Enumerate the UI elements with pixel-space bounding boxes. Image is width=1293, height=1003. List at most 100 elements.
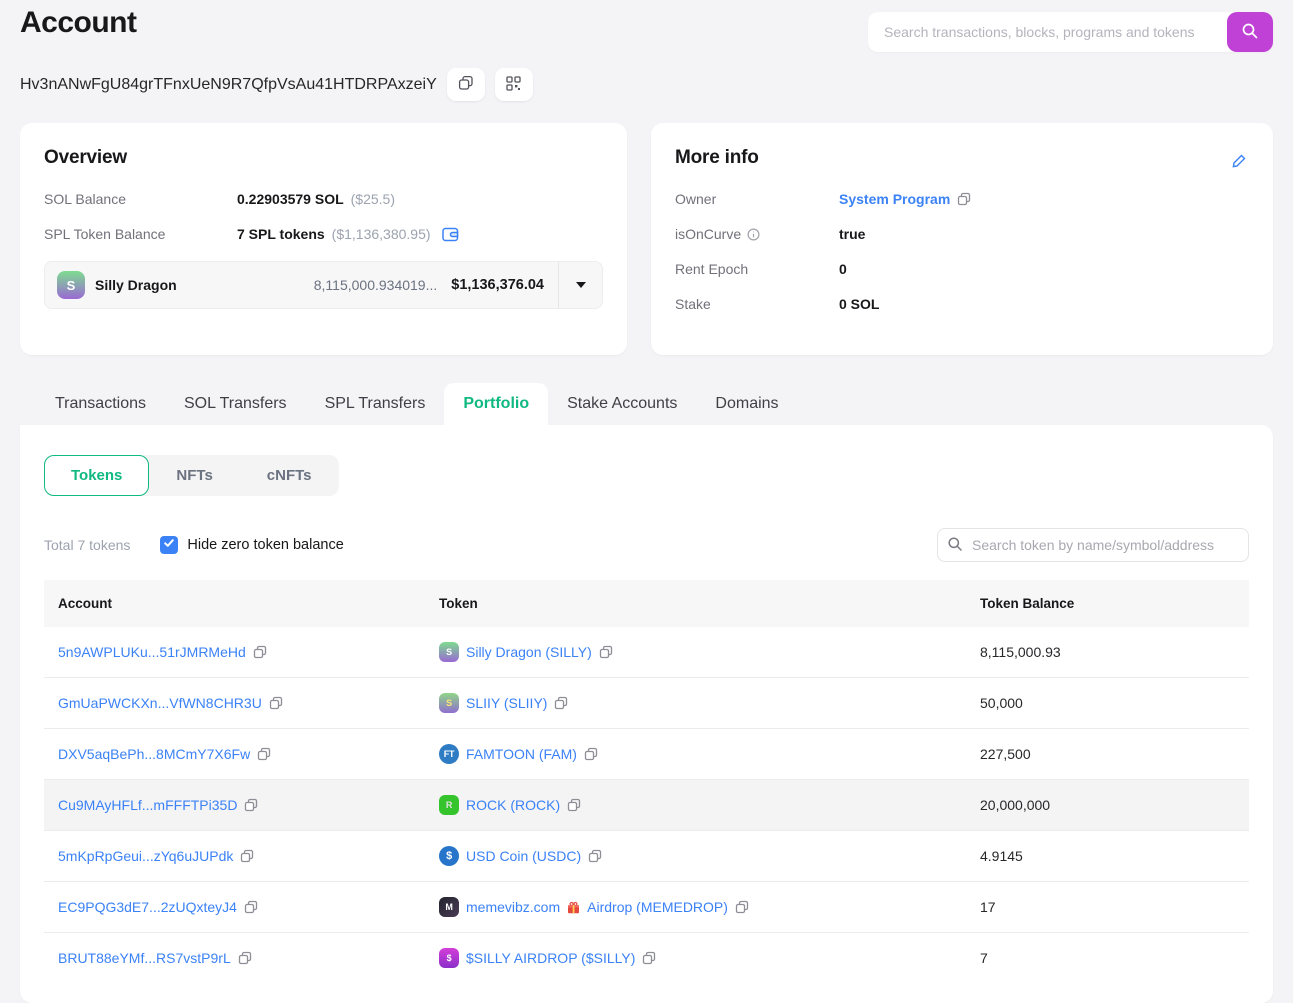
token-link[interactable]: ROCK (ROCK) bbox=[466, 797, 560, 813]
token-table: Account Token Token Balance 5n9AWPLUKu..… bbox=[44, 580, 1249, 983]
token-link[interactable]: FAMTOON (FAM) bbox=[466, 746, 577, 762]
global-search-input[interactable] bbox=[868, 12, 1273, 52]
token-balance-value: 17 bbox=[966, 881, 1249, 933]
segment-tokens[interactable]: Tokens bbox=[44, 455, 150, 496]
tab-sol-transfers[interactable]: SOL Transfers bbox=[165, 383, 306, 425]
top-bar: Account bbox=[20, 0, 1273, 52]
more-info-title: More info bbox=[675, 147, 759, 168]
token-link[interactable]: Silly Dragon (SILLY) bbox=[466, 644, 592, 660]
edit-button[interactable] bbox=[1231, 153, 1247, 172]
spl-balance-label: SPL Token Balance bbox=[44, 226, 166, 242]
copy-icon[interactable] bbox=[238, 951, 252, 965]
token-balance-value: 20,000,000 bbox=[966, 779, 1249, 831]
rent-epoch-row: Rent Epoch 0 bbox=[675, 261, 1249, 277]
segment-nfts[interactable]: NFTs bbox=[149, 455, 239, 496]
token-balance-value: 7 bbox=[980, 950, 988, 966]
token-holdings-dropdown[interactable]: S Silly Dragon 8,115,000.934019... $1,13… bbox=[44, 261, 603, 309]
tab-transactions[interactable]: Transactions bbox=[36, 383, 165, 425]
token-table-row: BRUT88eYMf...RS7vstP9rL $ $SILLY AIRDROP (… bbox=[44, 933, 1249, 984]
copy-icon[interactable] bbox=[269, 696, 283, 710]
portfolio-panel: Tokens NFTs cNFTs Total 7 tokens Hide zero… bbox=[20, 425, 1273, 1003]
account-address-link[interactable]: Cu9MAyHFLf...mFFFTPi35D bbox=[58, 797, 237, 813]
account-address-link[interactable]: EC9PQG3dE7...2zUQxteyJ4 bbox=[58, 899, 237, 915]
owner-row: Owner System Program bbox=[675, 191, 1249, 207]
page-title: Account bbox=[20, 6, 137, 39]
owner-link[interactable]: System Program bbox=[839, 191, 950, 207]
stake-label: Stake bbox=[675, 296, 711, 312]
account-address-link[interactable]: 5n9AWPLUKu...51rJMRMeHd bbox=[58, 644, 246, 660]
tab-bar: Transactions SOL Transfers SPL Transfers Po… bbox=[36, 383, 1273, 425]
token-table-row: GmUaPWCKXn...VfWN8CHR3U S SLIIY (SLIIY) 50,… bbox=[44, 677, 1249, 729]
copy-icon[interactable] bbox=[244, 900, 258, 914]
hide-zero-checkbox[interactable] bbox=[160, 536, 179, 554]
table-header-row: Account Token Token Balance bbox=[44, 580, 1249, 627]
hide-zero-checkbox-group[interactable]: Hide zero token balance bbox=[160, 536, 344, 554]
selected-token-usd: $1,136,376.04 bbox=[451, 277, 544, 293]
sliiy-token-icon: S bbox=[439, 693, 459, 713]
qr-code-button[interactable] bbox=[494, 68, 533, 101]
wallet-icon[interactable] bbox=[441, 227, 459, 242]
copy-icon[interactable] bbox=[567, 798, 581, 812]
copy-icon[interactable] bbox=[257, 747, 271, 761]
is-on-curve-label: isOnCurve bbox=[675, 226, 742, 242]
copy-icon[interactable] bbox=[244, 798, 258, 812]
token-search-input[interactable] bbox=[937, 528, 1249, 562]
account-address-link[interactable]: GmUaPWCKXn...VfWN8CHR3U bbox=[58, 695, 262, 711]
copy-icon[interactable] bbox=[642, 951, 656, 965]
account-address-link[interactable]: 5mKpRpGeui...zYq6uJUPdk bbox=[58, 848, 233, 864]
usdc-token-icon: $ bbox=[439, 846, 459, 866]
sol-balance-row: SOL Balance 0.22903579 SOL ($25.5) bbox=[44, 191, 603, 207]
chevron-down-icon bbox=[575, 282, 586, 288]
copy-icon[interactable] bbox=[554, 696, 568, 710]
account-address-link[interactable]: DXV5aqBePh...8MCmY7X6Fw bbox=[58, 746, 250, 762]
copy-icon[interactable] bbox=[588, 849, 602, 863]
token-link[interactable]: SLIIY (SLIIY) bbox=[466, 695, 547, 711]
token-link[interactable]: $SILLY AIRDROP ($SILLY) bbox=[466, 950, 635, 966]
token-link[interactable]: memevibz.com bbox=[466, 899, 560, 915]
token-search bbox=[937, 528, 1249, 562]
segment-cnfts[interactable]: cNFTs bbox=[240, 455, 339, 496]
token-link[interactable]: USD Coin (USDC) bbox=[466, 848, 581, 864]
account-address-link[interactable]: BRUT88eYMf...RS7vstP9rL bbox=[58, 950, 231, 966]
selected-token-amount: 8,115,000.934019... bbox=[313, 277, 438, 293]
sol-balance-usd: ($25.5) bbox=[350, 191, 395, 207]
global-search-button[interactable] bbox=[1227, 12, 1273, 52]
copy-icon[interactable] bbox=[735, 900, 749, 914]
stake-value: 0 SOL bbox=[839, 296, 880, 312]
tab-portfolio[interactable]: Portfolio bbox=[444, 383, 549, 425]
copy-icon[interactable] bbox=[240, 849, 254, 863]
hide-zero-label: Hide zero token balance bbox=[187, 537, 344, 553]
global-search bbox=[868, 12, 1273, 52]
account-address: Hv3nANwFgU84grTFnxUeN9R7QfpVsAu41HTDRPAx… bbox=[20, 75, 437, 93]
tab-stake-accounts[interactable]: Stake Accounts bbox=[548, 383, 696, 425]
copy-icon[interactable] bbox=[253, 645, 267, 659]
copy-icon[interactable] bbox=[599, 645, 613, 659]
pencil-icon bbox=[1231, 154, 1247, 172]
rent-epoch-label: Rent Epoch bbox=[675, 261, 749, 277]
token-table-row: Cu9MAyHFLf...mFFFTPi35D R ROCK (ROCK) 20,00… bbox=[44, 779, 1249, 831]
spl-balance-row: SPL Token Balance 7 SPL tokens ($1,136,3… bbox=[44, 226, 603, 242]
address-row: Hv3nANwFgU84grTFnxUeN9R7QfpVsAu41HTDRPAx… bbox=[20, 68, 1273, 101]
spl-balance-usd: ($1,136,380.95) bbox=[331, 226, 431, 242]
overview-title: Overview bbox=[44, 147, 127, 168]
copy-address-button[interactable] bbox=[446, 68, 485, 101]
tab-spl-transfers[interactable]: SPL Transfers bbox=[306, 383, 445, 425]
token-balance-value: 50,000 bbox=[966, 677, 1249, 729]
sol-balance-label: SOL Balance bbox=[44, 191, 126, 207]
token-balance-value: 8,115,000.93 bbox=[966, 627, 1249, 678]
tab-domains[interactable]: Domains bbox=[696, 383, 797, 425]
info-icon[interactable] bbox=[747, 227, 760, 241]
token-controls-row: Total 7 tokens Hide zero token balance bbox=[44, 528, 1249, 562]
token-link-suffix[interactable]: Airdrop (MEMEDROP) bbox=[587, 899, 728, 915]
total-tokens-label: Total 7 tokens bbox=[44, 537, 131, 553]
token-table-row: DXV5aqBePh...8MCmY7X6Fw FT FAMTOON (FAM) 22… bbox=[44, 728, 1249, 780]
dropdown-toggle[interactable] bbox=[558, 261, 602, 309]
silly-token-icon: S bbox=[439, 642, 459, 662]
overview-card: Overview SOL Balance 0.22903579 SOL ($25… bbox=[20, 123, 627, 355]
sol-balance-value: 0.22903579 SOL bbox=[237, 191, 344, 207]
copy-icon[interactable] bbox=[584, 747, 598, 761]
token-balance-value: 4.9145 bbox=[966, 830, 1249, 882]
copy-owner-icon[interactable] bbox=[957, 192, 971, 206]
more-info-card: More info Owner System Program isOnCurve… bbox=[651, 123, 1273, 355]
gift-icon bbox=[567, 901, 580, 914]
